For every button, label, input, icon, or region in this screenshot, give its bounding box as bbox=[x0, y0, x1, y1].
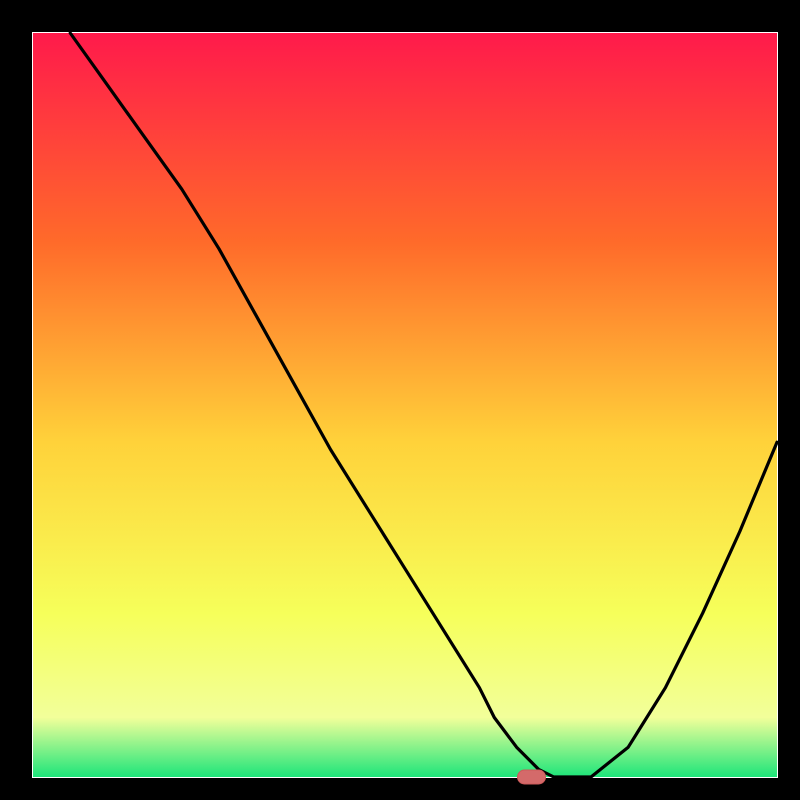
bottleneck-chart bbox=[0, 0, 800, 800]
optimal-point-marker bbox=[518, 770, 546, 784]
chart-frame: TheBottleneck.com bbox=[0, 0, 800, 800]
gradient-background bbox=[33, 33, 777, 777]
